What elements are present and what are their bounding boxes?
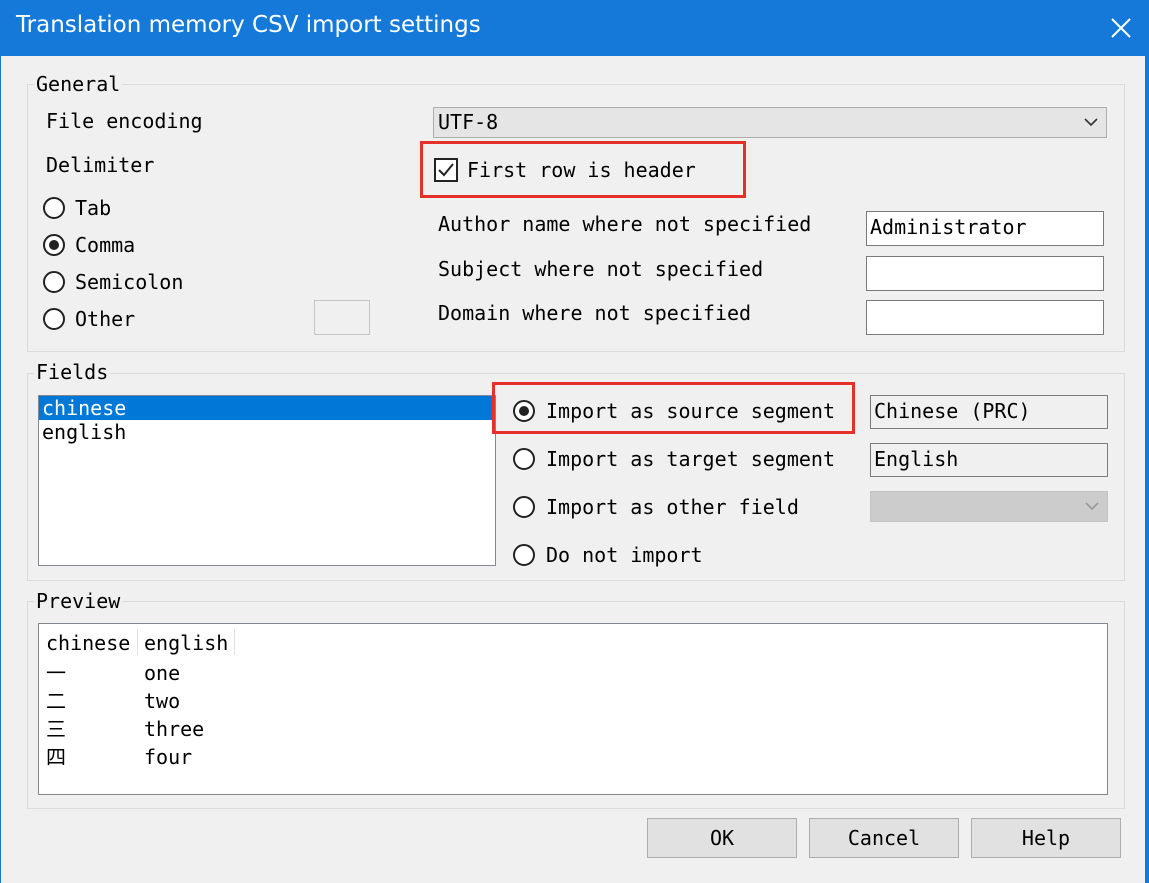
domain-input[interactable]	[866, 300, 1104, 335]
import-target-label[interactable]: Import as target segment	[546, 447, 835, 471]
delimiter-other-radio[interactable]	[43, 308, 65, 330]
delimiter-comma-radio[interactable]	[43, 234, 65, 256]
close-button[interactable]	[1093, 0, 1149, 56]
chevron-down-icon	[1085, 492, 1099, 527]
import-other-radio[interactable]	[513, 496, 535, 518]
window-border-left	[0, 56, 1, 883]
title-bar: Translation memory CSV import settings	[0, 0, 1149, 56]
do-not-import-label[interactable]: Do not import	[546, 543, 703, 567]
domain-label: Domain where not specified	[438, 301, 752, 325]
source-language-box: Chinese (PRC)	[870, 395, 1108, 429]
other-delimiter-input	[314, 300, 370, 335]
cancel-button[interactable]: Cancel	[809, 818, 959, 858]
import-other-label[interactable]: Import as other field	[546, 495, 799, 519]
preview-group-label: Preview	[34, 589, 123, 613]
list-item[interactable]: chinese	[39, 396, 495, 420]
column-divider	[137, 629, 138, 655]
highlight-box-header	[420, 141, 746, 198]
author-label: Author name where not specified	[438, 212, 812, 236]
delimiter-semicolon-radio[interactable]	[43, 271, 65, 293]
subject-label: Subject where not specified	[438, 257, 764, 281]
window-border-right	[1145, 56, 1149, 883]
delimiter-other-label[interactable]: Other	[75, 307, 135, 331]
author-input[interactable]: Administrator	[866, 211, 1104, 246]
preview-cell: 三	[46, 717, 66, 741]
general-group-label: General	[34, 72, 123, 96]
fields-group-label: Fields	[34, 360, 111, 384]
preview-cell: four	[144, 745, 193, 769]
other-field-select	[870, 491, 1108, 522]
preview-cell: three	[144, 717, 205, 741]
preview-cell: one	[144, 661, 181, 685]
delimiter-tab-label[interactable]: Tab	[75, 196, 111, 220]
preview-cell: 一	[46, 661, 66, 685]
chevron-down-icon	[1084, 108, 1098, 143]
delimiter-semicolon-label[interactable]: Semicolon	[75, 270, 183, 294]
highlight-box-source	[492, 382, 855, 434]
ok-button[interactable]: OK	[647, 818, 797, 858]
import-target-radio[interactable]	[513, 448, 535, 470]
help-button[interactable]: Help	[971, 818, 1121, 858]
preview-table: chinese english 一 one 二 two 三 three 四 fo…	[38, 623, 1108, 795]
fields-list[interactable]: chinese english	[38, 395, 496, 566]
delimiter-label: Delimiter	[46, 153, 155, 177]
file-encoding-value: UTF-8	[438, 110, 499, 134]
close-icon	[1111, 18, 1131, 38]
preview-header-english: english	[144, 631, 229, 655]
subject-input[interactable]	[866, 256, 1104, 291]
target-language-box: English	[870, 443, 1108, 477]
preview-header-chinese: chinese	[46, 631, 131, 655]
do-not-import-radio[interactable]	[513, 544, 535, 566]
window-title: Translation memory CSV import settings	[16, 12, 481, 38]
file-encoding-label: File encoding	[46, 109, 203, 133]
delimiter-tab-radio[interactable]	[43, 197, 65, 219]
preview-cell: 二	[46, 689, 66, 713]
preview-cell: 四	[46, 745, 66, 769]
file-encoding-select[interactable]: UTF-8	[433, 107, 1107, 138]
column-divider	[234, 629, 235, 655]
preview-cell: two	[144, 689, 181, 713]
delimiter-comma-label[interactable]: Comma	[75, 233, 135, 257]
list-item[interactable]: english	[39, 420, 495, 444]
